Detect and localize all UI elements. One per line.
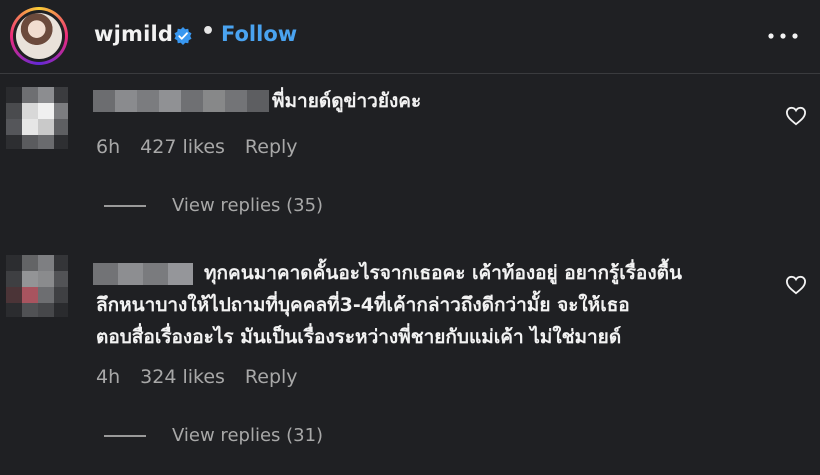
replies-line <box>104 204 146 207</box>
header-divider <box>0 73 820 74</box>
commenter-avatar-blurred[interactable] <box>6 87 68 149</box>
comment-text-line-1: ทุกคนมาคาดคั้นอะไรจากเธอคะ เค้าท้องอยู่ … <box>204 262 682 284</box>
comment-time: 4h <box>96 366 121 388</box>
comment-time: 6h <box>96 136 121 158</box>
like-heart-icon[interactable] <box>785 106 807 126</box>
comment-text: พี่มายด์ดูข่าวยังคะ <box>272 90 422 112</box>
follow-button[interactable]: Follow <box>221 22 297 46</box>
comment-meta: 6h 427 likes Reply <box>96 136 298 158</box>
profile-username[interactable]: wjmild <box>94 22 173 46</box>
like-heart-icon[interactable] <box>785 275 807 295</box>
profile-avatar[interactable] <box>10 7 68 65</box>
commenter-avatar-blurred[interactable] <box>6 255 68 317</box>
view-replies-label: View replies (31) <box>172 425 324 446</box>
reply-button[interactable]: Reply <box>245 136 298 158</box>
commenter-username-blurred[interactable] <box>93 90 269 112</box>
comment-likes[interactable]: 324 likes <box>140 366 225 388</box>
more-horizontal-icon[interactable] <box>766 26 800 46</box>
view-replies-button[interactable]: View replies (35) <box>104 195 323 216</box>
comment-text-line-3: ตอบสื่อเรื่องอะไร มันเป็นเรื่องระหว่างพี… <box>96 326 622 348</box>
replies-line <box>104 434 146 437</box>
view-replies-button[interactable]: View replies (31) <box>104 425 323 446</box>
header-separator: • <box>201 19 216 44</box>
avatar-photo <box>16 13 62 59</box>
post-header: wjmild • Follow <box>0 0 820 72</box>
comment-likes[interactable]: 427 likes <box>140 136 225 158</box>
instagram-comments-panel: wjmild • Follow พี่มายด์ดูข่าวยังคะ 6h 4… <box>0 0 820 475</box>
reply-button[interactable]: Reply <box>245 366 298 388</box>
comment-meta: 4h 324 likes Reply <box>96 366 298 388</box>
verified-badge-icon <box>174 27 192 45</box>
view-replies-label: View replies (35) <box>172 195 324 216</box>
comment-text-line-2: ลึกหนาบางให้ไปถามที่บุคคลที่3-4ที่เค้ากล… <box>96 294 630 316</box>
commenter-username-blurred[interactable] <box>93 263 193 285</box>
